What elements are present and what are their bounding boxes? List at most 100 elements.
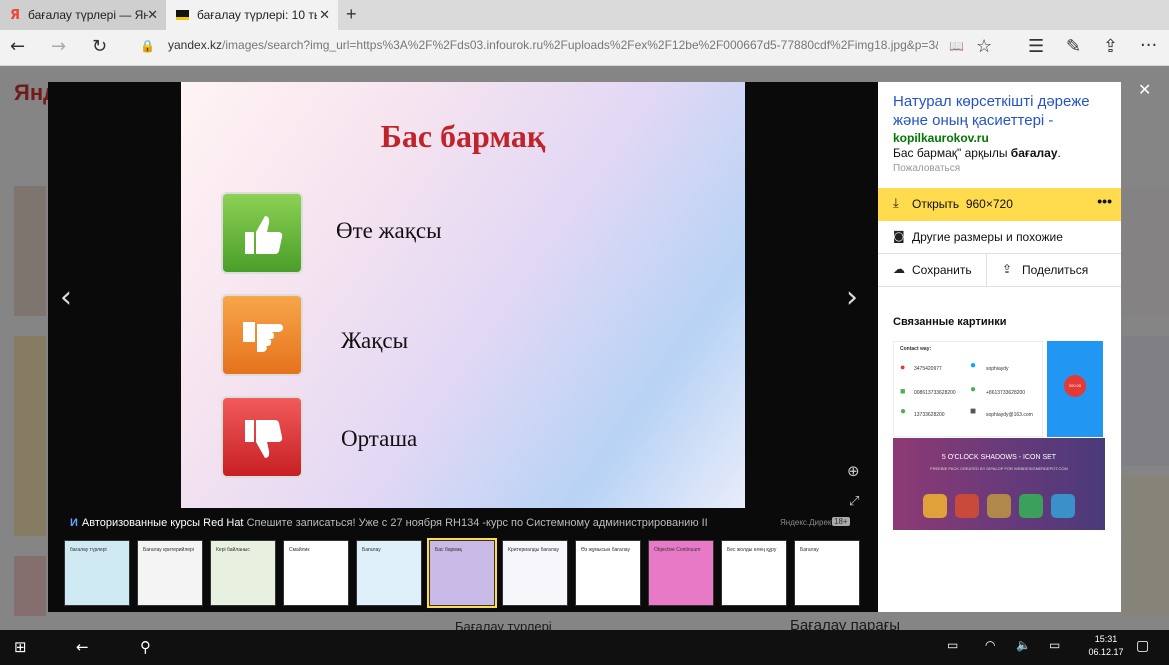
snippet-highlight: бағалау xyxy=(1010,146,1058,160)
share-label: Поделиться xyxy=(1022,263,1089,277)
note-app-icon xyxy=(1019,494,1043,518)
tab-title: бағалау түрлері — Яндекс: xyxy=(28,8,149,22)
clock-time: 15:31 xyxy=(1094,634,1118,644)
related-text: 5 O'CLOCK SHADOWS - ICON SET xyxy=(941,454,1057,461)
more-options-button[interactable]: ••• xyxy=(1097,193,1112,209)
favorite-icon[interactable]: ☆ xyxy=(976,36,992,57)
back-icon[interactable]: ← xyxy=(76,638,89,656)
thumbnail-item[interactable]: Бағалау xyxy=(794,540,860,606)
reload-button[interactable]: ↻ xyxy=(92,36,107,57)
tab-close-icon[interactable]: ✕ xyxy=(319,7,330,23)
zoom-icon[interactable]: ⊕ xyxy=(847,462,860,480)
thumbnail-caption: Критериалды бағалау xyxy=(508,547,559,553)
yandex-favicon-icon: Я xyxy=(10,7,21,23)
music-app-icon xyxy=(987,494,1011,518)
related-text: 3475420977 xyxy=(914,366,942,372)
book-app-icon xyxy=(955,494,979,518)
more-icon[interactable]: ··· xyxy=(1140,35,1157,56)
new-tab-button[interactable]: + xyxy=(346,4,357,25)
download-icon: ⤓ xyxy=(893,196,899,211)
battery-icon[interactable]: ▭ xyxy=(947,638,958,652)
previous-image-arrow[interactable]: ‹ xyxy=(60,280,72,315)
ad-line[interactable]: И Авторизованные курсы Red Hat Спешите за… xyxy=(70,517,708,529)
tab-close-icon[interactable]: ✕ xyxy=(147,7,158,23)
snippet-end: . xyxy=(1057,146,1061,160)
lock-icon: 🔒 xyxy=(140,39,155,53)
thumbnail-item[interactable]: Кері байланыс xyxy=(210,540,276,606)
fullscreen-icon[interactable]: ⤢ xyxy=(849,494,859,509)
wechat-icon: ● xyxy=(900,406,907,417)
save-label: Сохранить xyxy=(912,263,972,277)
rating-label-average: Орташа xyxy=(341,426,418,451)
taskbar: ⊞ ← ⚲ ▭ ◠ 🔈 ▭ 15:31 06.12.17 ▢ xyxy=(0,630,1169,665)
related-image-iconset[interactable]: 5 O'CLOCK SHADOWS - ICON SET FREEBIE PAC… xyxy=(893,438,1105,530)
snippet-text: Бас бармақ" арқылы xyxy=(893,146,1011,160)
close-viewer-button[interactable]: ✕ xyxy=(1138,80,1151,99)
ad-title[interactable]: Авторизованные курсы Red Hat xyxy=(82,517,244,529)
windows-start-icon[interactable]: ⊞ xyxy=(14,638,27,656)
search-icon[interactable]: ⚲ xyxy=(140,638,151,656)
source-site-link[interactable]: kopilkaurokov.ru xyxy=(893,131,989,145)
thumbnail-caption: бағалау түрлері xyxy=(70,547,107,553)
address-bar[interactable]: yandex.kz/images/search?img_url=https%3A… xyxy=(168,38,938,52)
related-image-app[interactable]: 200.00 xyxy=(1047,341,1103,437)
tab-yandex-search[interactable]: Я бағалау түрлері — Яндекс: ✕ xyxy=(0,0,166,30)
related-image-contacts[interactable]: Contact way: ● 3475420977 ● sophiaydy ■ … xyxy=(893,341,1043,437)
next-image-arrow[interactable]: › xyxy=(846,280,858,315)
source-title-link[interactable]: Натурал көрсеткішті дәреже және оның қас… xyxy=(893,92,1113,130)
hub-icon[interactable]: ☰ xyxy=(1028,36,1044,57)
thumbnail-item[interactable]: Бес жолды өлең құру xyxy=(721,540,787,606)
thumbnail-item[interactable]: бағалау түрлері xyxy=(64,540,130,606)
thumbnail-item[interactable]: Смайлик xyxy=(283,540,349,606)
back-button[interactable]: ← xyxy=(10,36,25,57)
slide-title: Бас бармақ xyxy=(380,118,546,154)
whatsapp-icon: ■ xyxy=(900,386,906,396)
whatsapp-icon: ● xyxy=(970,384,977,395)
thumbnail-item[interactable]: Бас бармақ xyxy=(427,538,497,608)
settings-app-icon xyxy=(1051,494,1075,518)
thumbnail-caption: Objective Continuum xyxy=(654,547,701,553)
address-path: /images/search?img_url=https%3A%2F%2Fds0… xyxy=(222,38,938,52)
web-notes-icon[interactable]: ✎ xyxy=(1066,36,1081,57)
wifi-icon[interactable]: ◠ xyxy=(985,638,995,652)
contact-icon: ● xyxy=(900,362,906,372)
save-button[interactable]: ☁ Сохранить xyxy=(878,254,986,287)
info-panel: Натурал көрсеткішті дәреже және оның қас… xyxy=(878,82,1121,612)
folder-app-icon xyxy=(923,494,947,518)
share-icon: ⇪ xyxy=(1002,262,1013,276)
related-images-title: Связанные картинки xyxy=(893,316,1007,328)
other-sizes-button[interactable]: ◙ Другие размеры и похожие xyxy=(878,221,1121,254)
source-snippet: Бас бармақ" арқылы бағалау. xyxy=(893,146,1061,160)
direct-mark-icon: И xyxy=(70,517,78,529)
clock[interactable]: 15:31 06.12.17 xyxy=(1086,633,1126,659)
thumbnail-caption: Өз жұмысын бағалау xyxy=(581,547,630,553)
report-link[interactable]: Пожаловаться xyxy=(893,163,960,174)
keyboard-icon[interactable]: ▭ xyxy=(1049,638,1060,652)
cloud-icon: ☁ xyxy=(893,262,905,276)
forward-button[interactable]: → xyxy=(51,36,66,57)
navigation-bar: ← → ↻ 🔒 yandex.kz/images/search?img_url=… xyxy=(0,30,1169,66)
open-button[interactable]: ⤓ Открыть 960×720 ••• xyxy=(878,188,1121,221)
thumbnail-item[interactable]: Бағалау xyxy=(356,540,422,606)
tab-image-view[interactable]: бағалау түрлері: 10 тыс ✕ xyxy=(166,0,338,30)
thumbnail-item[interactable]: Objective Continuum xyxy=(648,540,714,606)
thumbs-down-icon xyxy=(221,396,303,478)
open-label: Открыть 960×720 xyxy=(912,197,1013,211)
thumbnail-item[interactable]: Өз жұмысын бағалау xyxy=(575,540,641,606)
thumbnail-item[interactable]: Критериалды бағалау xyxy=(502,540,568,606)
volume-icon[interactable]: 🔈 xyxy=(1016,638,1031,652)
related-text: +8613733628200 xyxy=(986,390,1026,396)
related-text: 008613733628200 xyxy=(914,390,956,396)
share-button[interactable]: ⇪ Поделиться xyxy=(986,254,1121,287)
related-text: sophiaydy@163.com xyxy=(986,412,1033,418)
thumbnail-caption: Кері байланыс xyxy=(216,547,250,553)
notifications-icon[interactable]: ▢ xyxy=(1136,638,1149,654)
email-icon: ■ xyxy=(970,406,977,417)
thumbnail-item[interactable]: Бағалау критерийлері xyxy=(137,540,203,606)
thumb-sideways-icon xyxy=(221,294,303,376)
save-share-row: ☁ Сохранить ⇪ Поделиться xyxy=(878,254,1121,287)
reading-view-icon[interactable]: 📖 xyxy=(949,39,964,53)
share-icon[interactable]: ⇪ xyxy=(1103,36,1118,57)
preview-image[interactable]: Бас бармақ Өте жақсы Жақсы Орташа xyxy=(181,82,745,508)
thumbnail-caption: Бағалау xyxy=(800,547,819,553)
